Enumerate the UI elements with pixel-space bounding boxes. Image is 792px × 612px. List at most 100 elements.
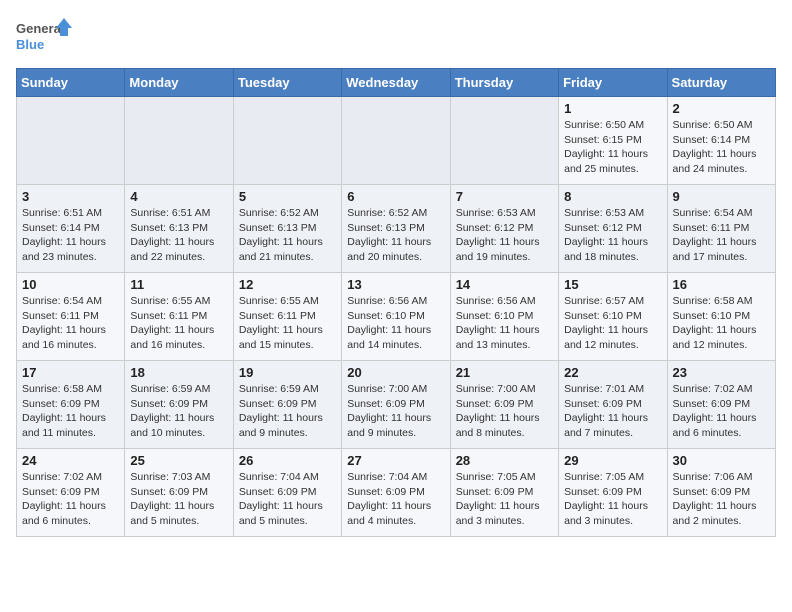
calendar-cell: 19 Sunrise: 6:59 AM Sunset: 6:09 PM Dayli… <box>233 361 341 449</box>
day-info: Sunrise: 6:53 AM Sunset: 6:12 PM Dayligh… <box>564 206 661 265</box>
day-number: 15 <box>564 277 661 292</box>
calendar-header-row: SundayMondayTuesdayWednesdayThursdayFrid… <box>17 69 776 97</box>
day-info: Sunrise: 6:52 AM Sunset: 6:13 PM Dayligh… <box>347 206 444 265</box>
day-info: Sunrise: 7:00 AM Sunset: 6:09 PM Dayligh… <box>456 382 553 441</box>
day-info: Sunrise: 7:02 AM Sunset: 6:09 PM Dayligh… <box>22 470 119 529</box>
calendar-cell: 10Sunrise: 6:54 AM Sunset: 6:11 PM Dayli… <box>17 273 125 361</box>
calendar-week-row: 1Sunrise: 6:50 AM Sunset: 6:15 PM Daylig… <box>17 97 776 185</box>
day-info: Sunrise: 7:00 AM Sunset: 6:09 PM Dayligh… <box>347 382 444 441</box>
day-info: Sunrise: 7:03 AM Sunset: 6:09 PM Dayligh… <box>130 470 227 529</box>
day-number: 21 <box>456 365 553 380</box>
day-info: Sunrise: 7:06 AM Sunset: 6:09 PM Dayligh… <box>673 470 770 529</box>
calendar-cell <box>450 97 558 185</box>
calendar-cell: 2 Sunrise: 6:50 AM Sunset: 6:14 PM Daylig… <box>667 97 775 185</box>
day-number: 3 <box>22 189 119 204</box>
day-number: 17 <box>22 365 119 380</box>
day-number: 11 <box>130 277 227 292</box>
calendar-cell: 13Sunrise: 6:56 AM Sunset: 6:10 PM Dayli… <box>342 273 450 361</box>
day-number: 29 <box>564 453 661 468</box>
calendar-cell: 12 Sunrise: 6:55 AM Sunset: 6:11 PM Dayli… <box>233 273 341 361</box>
day-number: 16 <box>673 277 770 292</box>
day-info: Sunrise: 6:53 AM Sunset: 6:12 PM Dayligh… <box>456 206 553 265</box>
svg-text:Blue: Blue <box>16 37 44 52</box>
calendar-cell: 7 Sunrise: 6:53 AM Sunset: 6:12 PM Daylig… <box>450 185 558 273</box>
calendar-cell: 4 Sunrise: 6:51 AM Sunset: 6:13 PM Daylig… <box>125 185 233 273</box>
calendar-week-row: 3 Sunrise: 6:51 AM Sunset: 6:14 PM Daylig… <box>17 185 776 273</box>
day-info: Sunrise: 6:59 AM Sunset: 6:09 PM Dayligh… <box>239 382 336 441</box>
calendar-cell: 29 Sunrise: 7:05 AM Sunset: 6:09 PM Dayli… <box>559 449 667 537</box>
day-header-monday: Monday <box>125 69 233 97</box>
calendar-cell: 5 Sunrise: 6:52 AM Sunset: 6:13 PM Daylig… <box>233 185 341 273</box>
day-info: Sunrise: 7:01 AM Sunset: 6:09 PM Dayligh… <box>564 382 661 441</box>
day-info: Sunrise: 6:58 AM Sunset: 6:09 PM Dayligh… <box>22 382 119 441</box>
calendar-cell <box>17 97 125 185</box>
calendar-week-row: 24 Sunrise: 7:02 AM Sunset: 6:09 PM Dayli… <box>17 449 776 537</box>
calendar-cell: 20 Sunrise: 7:00 AM Sunset: 6:09 PM Dayli… <box>342 361 450 449</box>
calendar-cell: 28 Sunrise: 7:05 AM Sunset: 6:09 PM Dayli… <box>450 449 558 537</box>
day-header-wednesday: Wednesday <box>342 69 450 97</box>
calendar-cell: 15 Sunrise: 6:57 AM Sunset: 6:10 PM Dayli… <box>559 273 667 361</box>
day-header-tuesday: Tuesday <box>233 69 341 97</box>
calendar-cell: 16Sunrise: 6:58 AM Sunset: 6:10 PM Dayli… <box>667 273 775 361</box>
day-number: 26 <box>239 453 336 468</box>
calendar-cell <box>342 97 450 185</box>
logo: General Blue <box>16 16 72 56</box>
day-number: 8 <box>564 189 661 204</box>
day-info: Sunrise: 6:52 AM Sunset: 6:13 PM Dayligh… <box>239 206 336 265</box>
day-number: 27 <box>347 453 444 468</box>
day-header-thursday: Thursday <box>450 69 558 97</box>
day-info: Sunrise: 6:55 AM Sunset: 6:11 PM Dayligh… <box>239 294 336 353</box>
day-number: 20 <box>347 365 444 380</box>
day-info: Sunrise: 7:04 AM Sunset: 6:09 PM Dayligh… <box>347 470 444 529</box>
day-number: 6 <box>347 189 444 204</box>
day-number: 18 <box>130 365 227 380</box>
day-info: Sunrise: 6:56 AM Sunset: 6:10 PM Dayligh… <box>347 294 444 353</box>
calendar-cell: 18 Sunrise: 6:59 AM Sunset: 6:09 PM Dayli… <box>125 361 233 449</box>
calendar-cell: 27 Sunrise: 7:04 AM Sunset: 6:09 PM Dayli… <box>342 449 450 537</box>
day-number: 12 <box>239 277 336 292</box>
calendar-cell: 8 Sunrise: 6:53 AM Sunset: 6:12 PM Daylig… <box>559 185 667 273</box>
day-header-sunday: Sunday <box>17 69 125 97</box>
day-number: 9 <box>673 189 770 204</box>
calendar: SundayMondayTuesdayWednesdayThursdayFrid… <box>16 68 776 537</box>
calendar-cell: 14 Sunrise: 6:56 AM Sunset: 6:10 PM Dayli… <box>450 273 558 361</box>
day-info: Sunrise: 6:57 AM Sunset: 6:10 PM Dayligh… <box>564 294 661 353</box>
calendar-cell: 26 Sunrise: 7:04 AM Sunset: 6:09 PM Dayli… <box>233 449 341 537</box>
day-header-saturday: Saturday <box>667 69 775 97</box>
calendar-cell: 21 Sunrise: 7:00 AM Sunset: 6:09 PM Dayli… <box>450 361 558 449</box>
day-info: Sunrise: 7:05 AM Sunset: 6:09 PM Dayligh… <box>564 470 661 529</box>
day-info: Sunrise: 6:51 AM Sunset: 6:14 PM Dayligh… <box>22 206 119 265</box>
day-info: Sunrise: 6:55 AM Sunset: 6:11 PM Dayligh… <box>130 294 227 353</box>
day-info: Sunrise: 7:02 AM Sunset: 6:09 PM Dayligh… <box>673 382 770 441</box>
day-number: 30 <box>673 453 770 468</box>
day-number: 14 <box>456 277 553 292</box>
day-number: 23 <box>673 365 770 380</box>
calendar-cell <box>125 97 233 185</box>
day-info: Sunrise: 6:56 AM Sunset: 6:10 PM Dayligh… <box>456 294 553 353</box>
calendar-cell: 25Sunrise: 7:03 AM Sunset: 6:09 PM Dayli… <box>125 449 233 537</box>
day-number: 22 <box>564 365 661 380</box>
day-info: Sunrise: 6:51 AM Sunset: 6:13 PM Dayligh… <box>130 206 227 265</box>
day-info: Sunrise: 7:04 AM Sunset: 6:09 PM Dayligh… <box>239 470 336 529</box>
day-number: 7 <box>456 189 553 204</box>
day-info: Sunrise: 6:50 AM Sunset: 6:15 PM Dayligh… <box>564 118 661 177</box>
calendar-cell: 11 Sunrise: 6:55 AM Sunset: 6:11 PM Dayli… <box>125 273 233 361</box>
day-number: 5 <box>239 189 336 204</box>
calendar-cell: 6 Sunrise: 6:52 AM Sunset: 6:13 PM Daylig… <box>342 185 450 273</box>
calendar-cell: 23 Sunrise: 7:02 AM Sunset: 6:09 PM Dayli… <box>667 361 775 449</box>
day-info: Sunrise: 6:54 AM Sunset: 6:11 PM Dayligh… <box>673 206 770 265</box>
calendar-week-row: 10Sunrise: 6:54 AM Sunset: 6:11 PM Dayli… <box>17 273 776 361</box>
day-number: 4 <box>130 189 227 204</box>
day-info: Sunrise: 7:05 AM Sunset: 6:09 PM Dayligh… <box>456 470 553 529</box>
day-info: Sunrise: 6:50 AM Sunset: 6:14 PM Dayligh… <box>673 118 770 177</box>
calendar-cell <box>233 97 341 185</box>
day-info: Sunrise: 6:59 AM Sunset: 6:09 PM Dayligh… <box>130 382 227 441</box>
calendar-cell: 24 Sunrise: 7:02 AM Sunset: 6:09 PM Dayli… <box>17 449 125 537</box>
day-number: 24 <box>22 453 119 468</box>
calendar-cell: 22 Sunrise: 7:01 AM Sunset: 6:09 PM Dayli… <box>559 361 667 449</box>
day-number: 10 <box>22 277 119 292</box>
day-number: 28 <box>456 453 553 468</box>
day-number: 19 <box>239 365 336 380</box>
day-number: 2 <box>673 101 770 116</box>
calendar-cell: 9 Sunrise: 6:54 AM Sunset: 6:11 PM Daylig… <box>667 185 775 273</box>
